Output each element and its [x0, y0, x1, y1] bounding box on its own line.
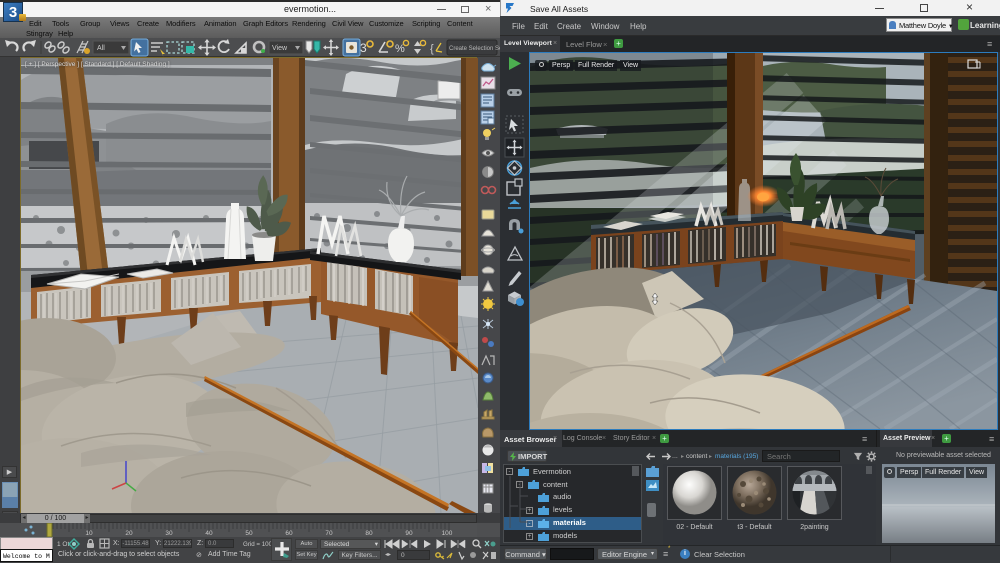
svg-text:Create Selection Se: Create Selection Se: [449, 46, 500, 52]
svg-text:100: 100: [442, 530, 453, 537]
svg-text:90: 90: [405, 530, 413, 537]
svg-text:40: 40: [205, 530, 213, 537]
svg-text:20: 20: [125, 530, 133, 537]
svg-text:All: All: [97, 45, 105, 52]
svg-text:70: 70: [325, 530, 333, 537]
svg-text:50: 50: [245, 530, 253, 537]
svg-text:{: {: [430, 43, 434, 55]
svg-text:80: 80: [365, 530, 373, 537]
svg-text:30: 30: [165, 530, 173, 537]
svg-text:View: View: [272, 45, 288, 52]
svg-text:10: 10: [85, 530, 93, 537]
svg-text:60: 60: [285, 530, 293, 537]
svg-text:3: 3: [360, 41, 367, 55]
